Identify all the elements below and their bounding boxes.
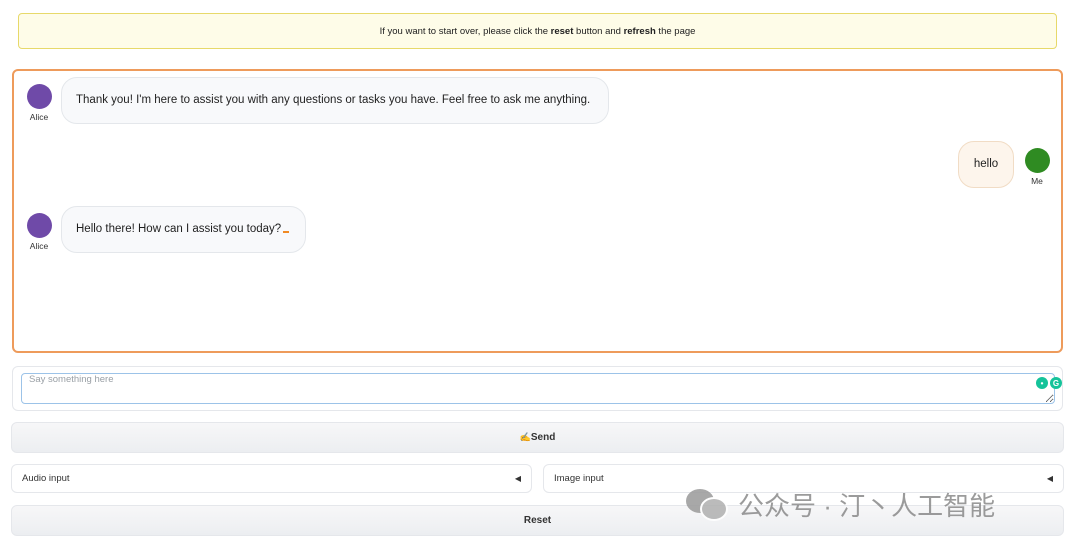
reset-label: Reset [523,515,552,526]
me-avatar-block: Me [1022,148,1052,186]
input-extension-icons: • G [1036,377,1062,389]
message-text: Thank you! I'm here to assist you with a… [76,94,591,106]
send-button[interactable]: ✍️ Send [11,422,1064,453]
bot-message: Thank you! I'm here to assist you with a… [61,77,609,124]
sender-label: Alice [29,241,49,251]
alice-avatar-block: Alice [24,213,54,251]
sender-label: Me [1031,176,1043,186]
message-text: hello [973,158,999,170]
user-message: hello [958,141,1014,188]
wechat-icon [686,487,730,523]
notice-reset-word: reset [550,25,574,37]
message-input-container [12,366,1063,411]
accordion-label: Image input [554,473,604,484]
watermark: 公众号 · 汀丶人工智能 [686,486,995,523]
avatar [26,84,52,109]
collapse-arrow-icon[interactable]: ◀ [515,474,521,483]
grammarly-g-icon[interactable]: G [1050,377,1062,389]
watermark-text: 公众号 · 汀丶人工智能 [738,491,996,521]
bot-message: Hello there! How can I assist you today? [61,206,306,253]
audio-input-accordion[interactable]: Audio input ◀ [11,464,532,493]
alice-avatar-block: Alice [24,84,54,122]
notice-refresh-word: refresh [623,25,656,37]
sender-label: Alice [29,112,49,122]
send-label: Send [530,432,556,443]
chatbot-panel[interactable]: Alice Thank you! I'm here to assist you … [12,69,1063,353]
streaming-cursor [283,231,290,233]
accordion-label: Audio input [22,473,70,484]
grammarly-bulb-icon[interactable]: • [1036,377,1048,389]
send-icon: ✍️ [519,432,531,442]
notice-text: If you want to start over, please click … [379,25,696,37]
avatar [1024,148,1050,173]
avatar [26,213,52,238]
message-input[interactable] [21,373,1055,404]
notice-banner: If you want to start over, please click … [18,13,1057,49]
collapse-arrow-icon[interactable]: ◀ [1047,474,1053,483]
message-text: Hello there! How can I assist you today? [76,223,282,235]
